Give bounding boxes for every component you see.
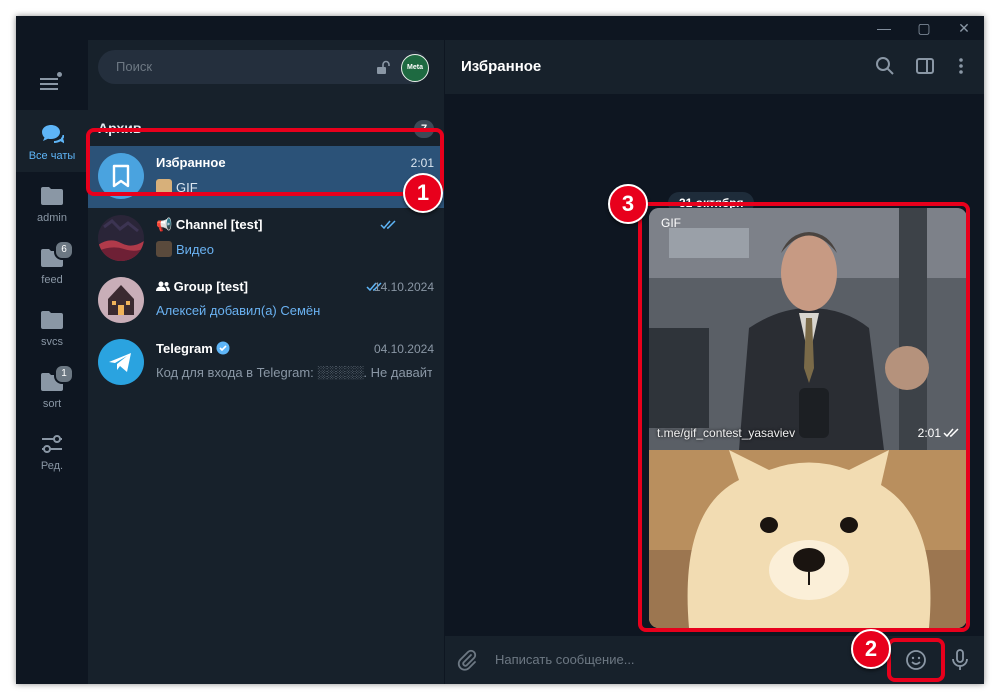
maximize-icon[interactable]: ▢ (904, 16, 944, 40)
account-avatar[interactable]: Meta (401, 54, 429, 82)
group-icon (156, 281, 170, 291)
video-thumbnail (156, 241, 172, 257)
chat-title[interactable]: Избранное (461, 58, 541, 75)
step-marker-2: 2 (851, 629, 891, 669)
chat-preview-text: Видео (176, 242, 214, 257)
chat-item-telegram[interactable]: Telegram 04.10.2024 Код для входа в Tele… (88, 332, 444, 394)
folder-sidebar: Все чаты admin 6 feed svcs 1 sort Ред. (16, 40, 88, 684)
telegram-logo-icon (109, 353, 131, 372)
folder-label: svcs (41, 336, 63, 348)
search-placeholder: Поиск (116, 59, 153, 74)
chat-name: Group [test] (156, 279, 248, 294)
folder-label: Ред. (40, 460, 64, 472)
folder-feed[interactable]: 6 feed (16, 234, 88, 296)
attach-icon[interactable] (455, 648, 479, 672)
sliders-icon (42, 435, 62, 453)
chat-time: 04.10.2024 (373, 342, 434, 356)
highlight-chat-item (86, 128, 444, 196)
chat-preview: Код для входа в Telegram: ░░░░░. Не дава… (156, 365, 432, 380)
verified-icon (216, 341, 230, 355)
title-bar: — ▢ ✕ (16, 16, 984, 40)
close-icon[interactable]: ✕ (944, 16, 984, 40)
avatar (98, 339, 144, 385)
chat-header: Избранное (445, 40, 984, 94)
step-marker-3: 3 (608, 184, 648, 224)
chat-item-channel[interactable]: 📢 Channel [test] Видео (88, 208, 444, 270)
sidebar-toggle-icon[interactable] (914, 55, 936, 77)
step-marker-1: 1 (403, 173, 443, 213)
folder-all-chats[interactable]: Все чаты (16, 110, 88, 172)
megaphone-icon: 📢 (156, 217, 173, 232)
folder-icon (41, 187, 63, 205)
avatar (98, 277, 144, 323)
folder-label: sort (42, 398, 62, 410)
folder-label: feed (41, 274, 63, 286)
unread-badge: 1 (54, 364, 74, 384)
search-icon[interactable] (874, 55, 896, 77)
chat-name: Telegram (156, 341, 230, 356)
chat-name-text: Telegram (156, 341, 213, 356)
chat-preview: Видео (156, 241, 432, 257)
folder-label: Все чаты (28, 150, 76, 162)
folder-admin[interactable]: admin (16, 172, 88, 234)
search-input[interactable]: Поиск Meta (98, 50, 429, 84)
unread-badge: 6 (54, 240, 74, 260)
chat-name: 📢 Channel [test] (156, 217, 262, 233)
chat-name-text: Group [test] (173, 279, 249, 294)
folder-edit[interactable]: Ред. (16, 420, 88, 482)
chat-preview: Алексей добавил(а) Семён (156, 303, 321, 318)
microphone-icon[interactable] (948, 648, 972, 672)
folder-svcs[interactable]: svcs (16, 296, 88, 358)
highlight-emoji-button (887, 638, 945, 682)
avatar (98, 215, 144, 261)
double-check-icon (380, 220, 396, 230)
chat-name-text: Channel [test] (175, 217, 263, 232)
folder-label: admin (37, 212, 67, 224)
chat-time: 14.10.2024 (373, 280, 434, 294)
lock-icon[interactable] (375, 60, 391, 76)
folder-sort[interactable]: 1 sort (16, 358, 88, 420)
more-icon[interactable] (950, 55, 972, 77)
minimize-icon[interactable]: — (864, 16, 904, 40)
folder-icon (41, 311, 63, 329)
chats-icon (42, 125, 64, 144)
chat-item-group[interactable]: Group [test] 14.10.2024 Алексей добавил(… (88, 270, 444, 332)
highlight-gif-message (638, 202, 970, 632)
message-input[interactable]: Написать сообщение... (495, 652, 635, 667)
menu-icon[interactable] (40, 72, 62, 92)
